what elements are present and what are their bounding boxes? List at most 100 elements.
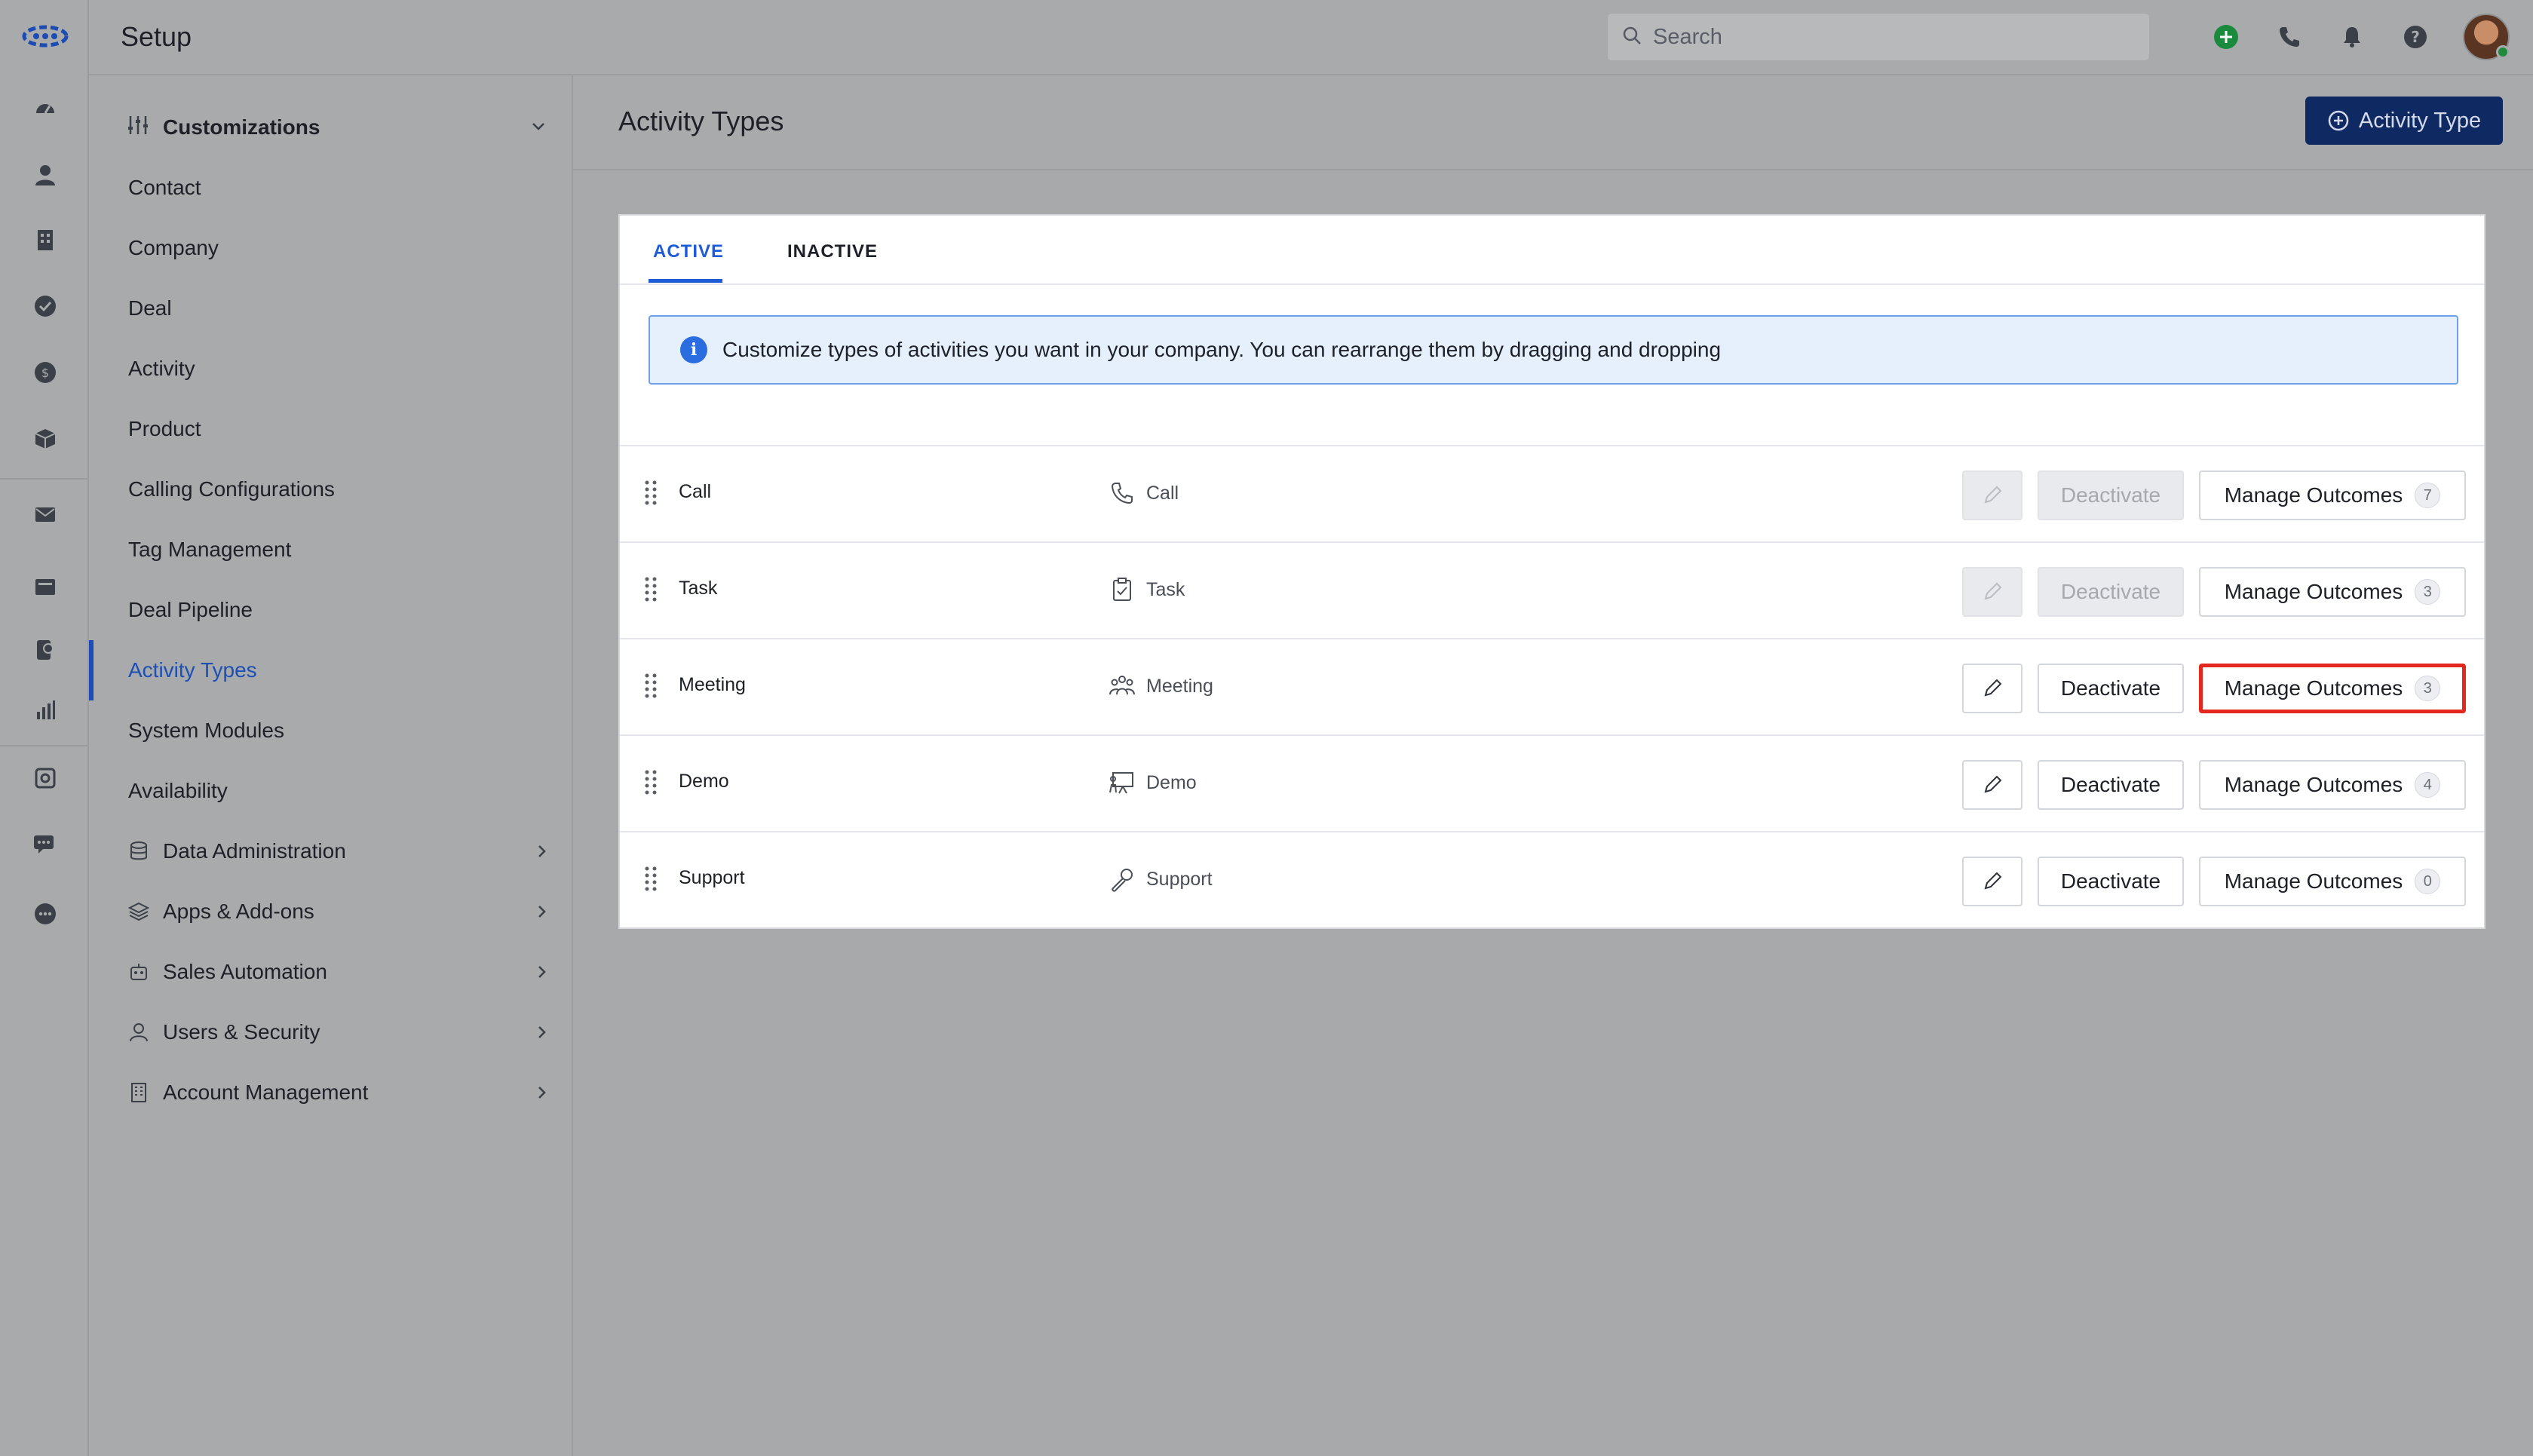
- tab-active[interactable]: ACTIVE: [653, 241, 724, 262]
- activity-name: Meeting: [679, 674, 746, 695]
- activity-name: Call: [679, 481, 712, 502]
- edit-button[interactable]: [1962, 471, 2022, 520]
- table-row: Support Support Deactivate Manage Outcom…: [620, 831, 2484, 927]
- edit-button[interactable]: [1962, 664, 2022, 713]
- manage-outcomes-button[interactable]: Manage Outcomes 4: [2199, 760, 2466, 810]
- customizations-group-toggle[interactable]: Customizations: [127, 109, 549, 146]
- deactivate-button[interactable]: Deactivate: [2038, 567, 2184, 617]
- activity-type: Call: [1109, 478, 1179, 508]
- search-box[interactable]: [1607, 13, 2150, 61]
- sidebar-item-system-modules[interactable]: System Modules: [128, 712, 535, 749]
- manage-outcomes-button[interactable]: Manage Outcomes 0: [2199, 857, 2466, 906]
- task-icon[interactable]: [30, 291, 60, 321]
- tab-inactive[interactable]: INACTIVE: [787, 241, 878, 262]
- section-label: Account Management: [163, 1081, 369, 1104]
- top-bar: Setup ?: [89, 0, 2533, 75]
- section-label: Users & Security: [163, 1020, 320, 1044]
- drag-handle-icon[interactable]: [642, 575, 659, 605]
- chevron-right-icon: [532, 841, 550, 866]
- deactivate-button[interactable]: Deactivate: [2038, 857, 2184, 906]
- presentation-icon: [1109, 769, 1136, 796]
- sidebar-item-activity-types[interactable]: Activity Types: [128, 651, 535, 689]
- drag-handle-icon[interactable]: [642, 864, 659, 894]
- inbox-icon[interactable]: [30, 572, 60, 602]
- product-icon[interactable]: [30, 424, 60, 454]
- section-label: Data Administration: [163, 839, 346, 863]
- settings-icon[interactable]: [30, 763, 60, 793]
- building-icon: [128, 1082, 149, 1103]
- outcomes-count-badge: 3: [2415, 579, 2441, 605]
- sidebar-section-account-management[interactable]: Account Management: [128, 1074, 550, 1111]
- layers-icon: [128, 901, 149, 922]
- people-icon: [1109, 673, 1136, 700]
- outcomes-count-badge: 3: [2415, 676, 2441, 701]
- more-icon[interactable]: [30, 899, 60, 929]
- report-icon[interactable]: [30, 695, 60, 725]
- chevron-right-icon: [532, 1083, 550, 1107]
- bell-icon[interactable]: [2336, 21, 2368, 53]
- section-label: Apps & Add-ons: [163, 900, 314, 923]
- page-title: Activity Types: [618, 106, 784, 136]
- sidebar-item-calling-configurations[interactable]: Calling Configurations: [128, 471, 535, 508]
- deactivate-button[interactable]: Deactivate: [2038, 471, 2184, 520]
- pencil-icon: [1984, 872, 2002, 890]
- deactivate-button[interactable]: Deactivate: [2038, 760, 2184, 810]
- mail-icon[interactable]: [30, 499, 60, 529]
- drag-handle-icon[interactable]: [642, 478, 659, 508]
- drag-handle-icon[interactable]: [642, 768, 659, 798]
- sidebar-section-data-administration[interactable]: Data Administration: [128, 832, 550, 870]
- add-icon[interactable]: [2210, 21, 2242, 53]
- sidebar-item-company[interactable]: Company: [128, 229, 535, 267]
- contact-icon[interactable]: [30, 160, 60, 190]
- activity-type-label: Support: [1146, 868, 1213, 890]
- online-status-indicator: [2496, 45, 2510, 59]
- help-icon[interactable]: ?: [2400, 21, 2431, 53]
- activity-type: Demo: [1109, 768, 1197, 798]
- outcomes-count-badge: 7: [2415, 483, 2441, 508]
- page-header: Activity Types Activity Type: [573, 75, 2533, 170]
- edit-button[interactable]: [1962, 567, 2022, 617]
- manage-outcomes-button[interactable]: Manage Outcomes 7: [2199, 471, 2466, 520]
- sidebar-item-tag-management[interactable]: Tag Management: [128, 531, 535, 569]
- manage-outcomes-button[interactable]: Manage Outcomes 3: [2199, 567, 2466, 617]
- manage-outcomes-label: Manage Outcomes: [2224, 773, 2403, 796]
- deal-icon[interactable]: $: [30, 357, 60, 388]
- plus-circle-icon: [2328, 110, 2349, 131]
- company-icon[interactable]: [30, 225, 60, 255]
- pencil-icon: [1984, 679, 2002, 697]
- add-activity-type-label: Activity Type: [2358, 108, 2482, 133]
- logo-icon[interactable]: [21, 23, 69, 50]
- chat-icon[interactable]: [30, 635, 60, 665]
- table-row: Call Call Deactivate Manage Outcomes 7: [620, 445, 2484, 541]
- sidebar-item-availability[interactable]: Availability: [128, 772, 535, 810]
- search-icon: [1621, 25, 1642, 50]
- edit-button[interactable]: [1962, 760, 2022, 810]
- drag-handle-icon[interactable]: [642, 671, 659, 701]
- sidebar-item-product[interactable]: Product: [128, 410, 535, 448]
- sidebar-item-deal[interactable]: Deal: [128, 290, 535, 327]
- table-row: Demo Demo Deactivate Manage Outcomes 4: [620, 734, 2484, 831]
- activity-type-label: Demo: [1146, 771, 1197, 793]
- section-label: Sales Automation: [163, 960, 327, 983]
- manage-outcomes-label: Manage Outcomes: [2224, 869, 2403, 893]
- sidebar-item-contact[interactable]: Contact: [128, 169, 535, 207]
- activity-type: Support: [1109, 864, 1213, 894]
- sidebar-section-users-security[interactable]: Users & Security: [128, 1013, 550, 1051]
- add-activity-type-button[interactable]: Activity Type: [2305, 97, 2503, 145]
- edit-button[interactable]: [1962, 857, 2022, 906]
- phone-icon[interactable]: [2274, 21, 2305, 53]
- dashboard-icon[interactable]: [30, 93, 60, 124]
- sidebar-section-apps-addons[interactable]: Apps & Add-ons: [128, 893, 550, 930]
- manage-outcomes-button[interactable]: Manage Outcomes 3: [2199, 664, 2466, 713]
- sidebar-item-activity[interactable]: Activity: [128, 350, 535, 388]
- info-banner-text: Customize types of activities you want i…: [722, 338, 1722, 361]
- search-input[interactable]: [1653, 24, 2136, 50]
- sidebar-item-deal-pipeline[interactable]: Deal Pipeline: [128, 591, 535, 629]
- tab-underline: [649, 279, 722, 283]
- activity-type: Meeting: [1109, 671, 1213, 701]
- customizations-label: Customizations: [163, 115, 320, 139]
- pencil-icon: [1984, 775, 2002, 793]
- sidebar-section-sales-automation[interactable]: Sales Automation: [128, 953, 550, 991]
- deactivate-button[interactable]: Deactivate: [2038, 664, 2184, 713]
- messages-icon[interactable]: [30, 829, 60, 860]
